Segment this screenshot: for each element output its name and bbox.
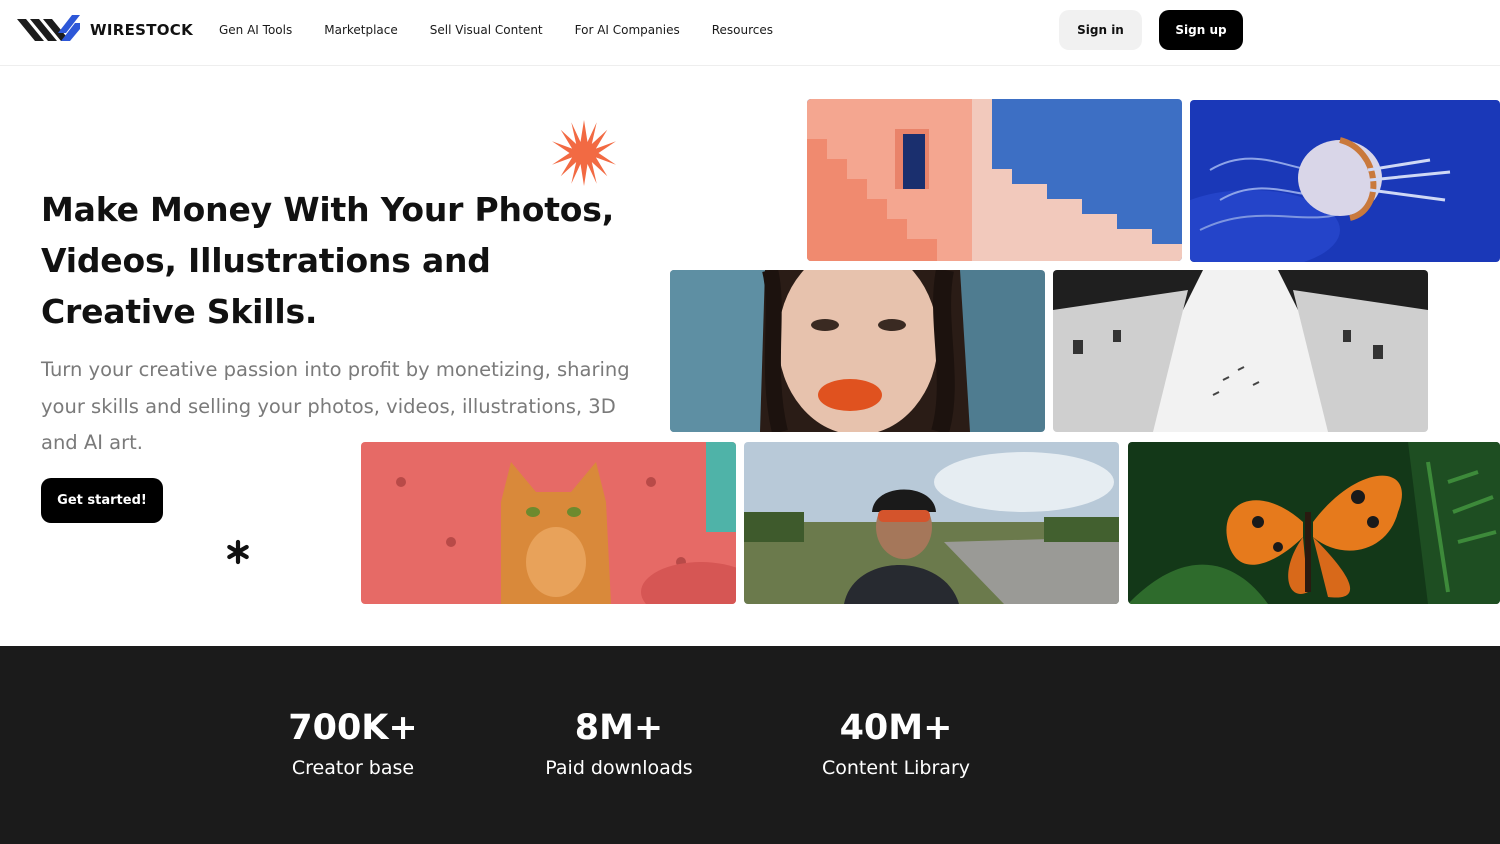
stat-content-library: 40M+ Content Library (806, 706, 986, 783)
stat-value: 700K+ (288, 708, 418, 748)
nav-gen-ai-tools[interactable]: Gen AI Tools (219, 23, 292, 37)
primary-nav: Gen AI Tools Marketplace Sell Visual Con… (219, 0, 805, 60)
stats-band: 700K+ Creator base 8M+ Paid downloads 40… (0, 646, 1500, 844)
image-building-facades (1053, 270, 1428, 432)
sign-up-button[interactable]: Sign up (1159, 10, 1243, 50)
stat-label: Content Library (821, 757, 971, 779)
image-portrait-orange-lips (670, 270, 1045, 432)
nav-for-ai-companies[interactable]: For AI Companies (575, 23, 680, 37)
stat-creator-base: 700K+ Creator base (273, 706, 433, 783)
nav-sell-visual-content[interactable]: Sell Visual Content (430, 23, 543, 37)
orange-starburst-icon (552, 120, 616, 186)
black-asterisk-icon (227, 539, 249, 565)
image-cyclist (744, 442, 1119, 604)
image-pink-staircase (807, 99, 1182, 261)
top-nav: WIRESTOCK Gen AI Tools Marketplace Sell … (0, 0, 1500, 66)
nav-resources[interactable]: Resources (712, 23, 773, 37)
wirestock-logo[interactable]: WIRESTOCK (17, 13, 193, 47)
sign-in-button[interactable]: Sign in (1059, 10, 1142, 50)
image-jellyfish (1190, 100, 1500, 262)
nav-marketplace[interactable]: Marketplace (324, 23, 398, 37)
logo-wordmark: WIRESTOCK (90, 21, 194, 39)
image-butterfly (1128, 442, 1500, 604)
get-started-button[interactable]: Get started! (41, 478, 163, 523)
stat-label: Paid downloads (545, 757, 693, 779)
stat-paid-downloads: 8M+ Paid downloads (529, 706, 709, 783)
wirestock-logo-icon (17, 15, 80, 41)
stat-value: 8M+ (574, 708, 664, 748)
hero-headline: Make Money With Your Photos, Videos, Ill… (41, 190, 615, 331)
stat-value: 40M+ (839, 708, 953, 748)
image-cat-red-couch (361, 442, 736, 604)
stat-label: Creator base (291, 757, 415, 779)
